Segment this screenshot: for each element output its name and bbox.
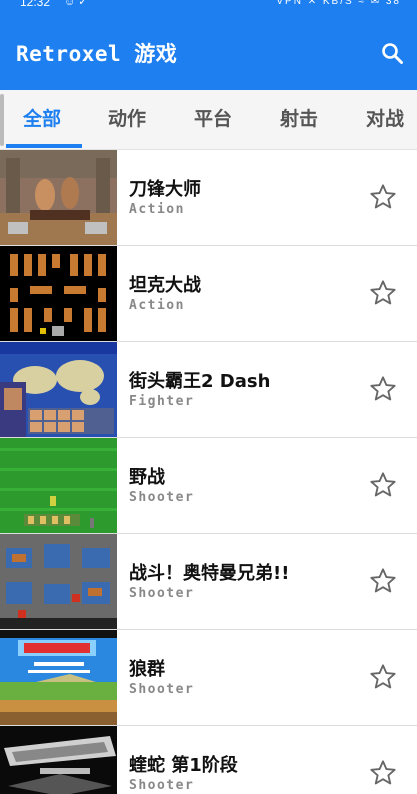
favorite-star-icon[interactable] (369, 567, 397, 595)
game-row[interactable]: 野战 Shooter (0, 438, 417, 534)
tab-fighting[interactable]: 对战 (344, 90, 417, 149)
favorite-star-icon[interactable] (369, 759, 397, 787)
favorite-star-icon[interactable] (369, 183, 397, 211)
game-row[interactable]: 战斗！奥特曼兄弟!! Shooter (0, 534, 417, 630)
game-genre: Shooter (129, 682, 195, 697)
game-name: 战斗！奥特曼兄弟!! (129, 563, 290, 584)
tab-platform[interactable]: 平台 (172, 90, 254, 149)
tab-action[interactable]: 动作 (86, 90, 168, 149)
favorite-star-icon[interactable] (369, 375, 397, 403)
game-thumbnail (0, 534, 117, 629)
status-time: 12:32 (20, 0, 51, 9)
status-icons: VPN ✕ KB/S ≈ ✉ 38 (276, 0, 401, 7)
game-thumbnail (0, 150, 117, 245)
favorite-star-icon[interactable] (369, 663, 397, 691)
category-tabs: 全部 动作 平台 射击 对战 (0, 90, 417, 150)
game-row[interactable]: 狼群 Shooter (0, 630, 417, 726)
search-icon (382, 43, 403, 64)
favorite-star-icon[interactable] (369, 279, 397, 307)
game-name: 野战 (129, 467, 165, 488)
game-genre: Shooter (129, 490, 195, 505)
game-genre: Shooter (129, 778, 195, 793)
search-button[interactable] (375, 36, 409, 70)
tab-all[interactable]: 全部 (1, 90, 83, 149)
game-genre: Shooter (129, 586, 195, 601)
game-row[interactable]: 街头霸王2 Dash Fighter (0, 342, 417, 438)
app-title: Retroxel 游戏 (16, 42, 178, 66)
notification-icons: ☺ ✓ (64, 0, 88, 8)
game-genre: Action (129, 202, 185, 217)
app-bar: Retroxel 游戏 (0, 14, 417, 90)
game-name: 蝰蛇 第1阶段 (129, 755, 238, 776)
game-row[interactable]: 蝰蛇 第1阶段 Shooter (0, 726, 417, 794)
game-name: 狼群 (129, 659, 165, 680)
favorite-star-icon[interactable] (369, 471, 397, 499)
game-genre: Fighter (129, 394, 195, 409)
game-name: 坦克大战 (129, 275, 201, 296)
game-thumbnail (0, 342, 117, 437)
status-bar: 12:32 ☺ ✓ VPN ✕ KB/S ≈ ✉ 38 (0, 0, 417, 14)
game-thumbnail (0, 438, 117, 533)
active-tab-indicator (6, 144, 82, 148)
game-genre: Action (129, 298, 185, 313)
game-name: 刀锋大师 (129, 179, 201, 200)
game-name: 街头霸王2 Dash (129, 371, 271, 392)
game-list: 刀锋大师 Action 坦克大战 Action 街头霸王2 Dash Fight… (0, 150, 417, 794)
game-thumbnail (0, 630, 117, 725)
game-row[interactable]: 刀锋大师 Action (0, 150, 417, 246)
game-row[interactable]: 坦克大战 Action (0, 246, 417, 342)
game-thumbnail (0, 246, 117, 341)
tab-shooter[interactable]: 射击 (258, 90, 340, 149)
game-thumbnail (0, 726, 117, 794)
